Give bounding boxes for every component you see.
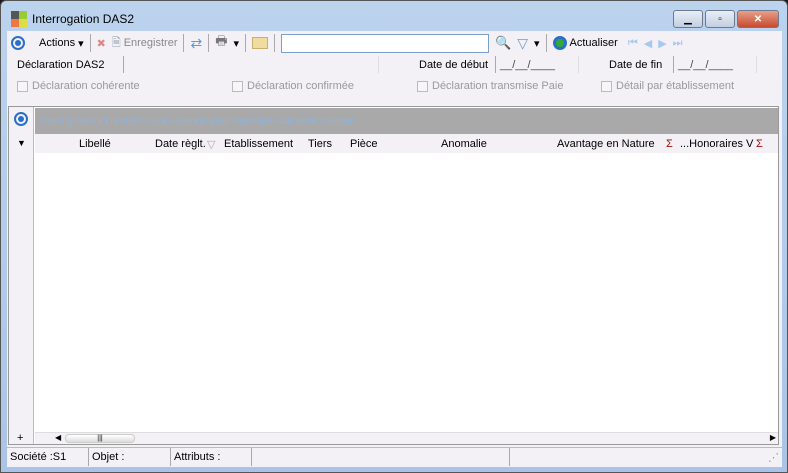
confirmee-checkbox[interactable]: Déclaration confirmée — [232, 80, 354, 92]
toolbar: Actions ▾ ✖ 🗎 Enregistrer ⇄ 🖶 ▾ 🔍 ▽ ▾ Actu… — [7, 31, 782, 55]
close-button[interactable]: ✕ — [737, 10, 779, 28]
sync-icon[interactable]: ⇄ — [190, 35, 202, 52]
column-header[interactable]: Date règlt. — [155, 138, 206, 150]
title-bar: Interrogation DAS2 — [11, 10, 134, 28]
refresh-label: Actualiser — [569, 37, 618, 49]
sum-icon: Σ — [756, 138, 763, 150]
detail-checkbox[interactable]: Détail par établissement — [601, 80, 734, 92]
status-societe: Société :S1 — [7, 448, 89, 466]
detail-label: Détail par établissement — [616, 80, 735, 92]
horizontal-scrollbar[interactable]: ◀ ||| ▶ — [35, 432, 778, 444]
app-icon — [11, 11, 27, 27]
scroll-right-icon[interactable]: ▶ — [770, 433, 776, 442]
coherente-checkbox[interactable]: Déclaration cohérente — [17, 80, 140, 92]
search-icon[interactable]: 🔍 — [495, 35, 511, 51]
next-icon[interactable]: ▶ — [658, 37, 666, 50]
add-row-button[interactable]: + — [17, 432, 23, 444]
minimize-button[interactable]: ▁ — [673, 10, 703, 28]
date-fin-label: Date de fin — [609, 59, 663, 71]
folder-icon[interactable] — [252, 37, 269, 49]
save-label: Enregistrer — [123, 37, 178, 49]
column-header[interactable]: Tiers — [308, 138, 332, 150]
scroll-thumb[interactable]: ||| — [65, 434, 135, 443]
sort-icon: ▽ — [207, 139, 216, 151]
status-bar: Société :S1 Objet : Attributs : ⋰ — [7, 447, 782, 466]
declaration-field[interactable] — [123, 56, 379, 73]
refresh-icon — [552, 36, 567, 50]
first-icon[interactable]: ⏮ — [628, 37, 638, 50]
column-header[interactable]: ...Honoraires V — [680, 138, 753, 150]
print-icon[interactable]: 🖶 — [215, 32, 227, 54]
window-title: Interrogation DAS2 — [32, 12, 135, 26]
column-header[interactable]: Avantage en Nature — [557, 138, 655, 150]
save-icon: 🗎 — [111, 36, 121, 49]
transmise-checkbox[interactable]: Déclaration transmise Paie — [417, 80, 563, 92]
grid-menu-icon[interactable] — [14, 112, 28, 126]
date-debut-label: Date de début — [419, 59, 489, 71]
grid-dropdown-icon[interactable]: ▼ — [17, 138, 26, 148]
date-fin-input[interactable]: __/__/____ — [673, 56, 757, 73]
sum-icon: Σ — [666, 138, 673, 150]
column-header[interactable]: Anomalie — [441, 138, 487, 150]
actions-button[interactable]: Actions ▾ — [39, 37, 84, 50]
date-debut-input[interactable]: __/__/____ — [495, 56, 579, 73]
data-grid: ▼ + Faire glisser ici l'entête d'une col… — [8, 106, 779, 445]
prev-icon[interactable]: ◀ — [644, 37, 652, 50]
declaration-label: Déclaration DAS2 — [17, 59, 105, 71]
group-by-area[interactable]: Faire glisser ici l'entête d'une colonne… — [35, 108, 778, 134]
coherente-label: Déclaration cohérente — [32, 80, 140, 92]
status-attributs: Attributs : — [171, 448, 252, 466]
filter-dropdown-icon[interactable]: ▾ — [534, 37, 540, 50]
menu-icon[interactable] — [11, 36, 25, 50]
search-input[interactable] — [281, 33, 490, 53]
caret-down-icon: ▾ — [78, 37, 84, 50]
grid-header: Libellé Date règlt. ▽ Etablissement Tier… — [35, 134, 778, 153]
status-objet: Objet : — [89, 448, 171, 466]
confirmee-label: Déclaration confirmée — [247, 80, 354, 92]
column-header[interactable]: Etablissement — [224, 138, 293, 150]
resize-grip-icon[interactable]: ⋰ — [510, 448, 782, 466]
column-header[interactable]: Pièce — [350, 138, 378, 150]
filter-icon[interactable]: ▽ — [517, 35, 528, 52]
refresh-button[interactable]: Actualiser — [552, 36, 618, 50]
transmise-label: Déclaration transmise Paie — [432, 80, 564, 92]
print-dropdown-icon[interactable]: ▾ — [234, 37, 240, 50]
save-button[interactable]: 🗎 Enregistrer — [112, 34, 178, 53]
window: Interrogation DAS2 ▁ ▫ ✕ Actions ▾ ✖ 🗎 Enr… — [0, 0, 788, 473]
maximize-button[interactable]: ▫ — [705, 10, 735, 28]
actions-label: Actions — [39, 37, 76, 49]
delete-icon[interactable]: ✖ — [97, 37, 106, 50]
column-header[interactable]: Libellé — [79, 138, 111, 150]
last-icon[interactable]: ⏭ — [673, 37, 683, 50]
scroll-left-icon[interactable]: ◀ — [55, 433, 61, 442]
